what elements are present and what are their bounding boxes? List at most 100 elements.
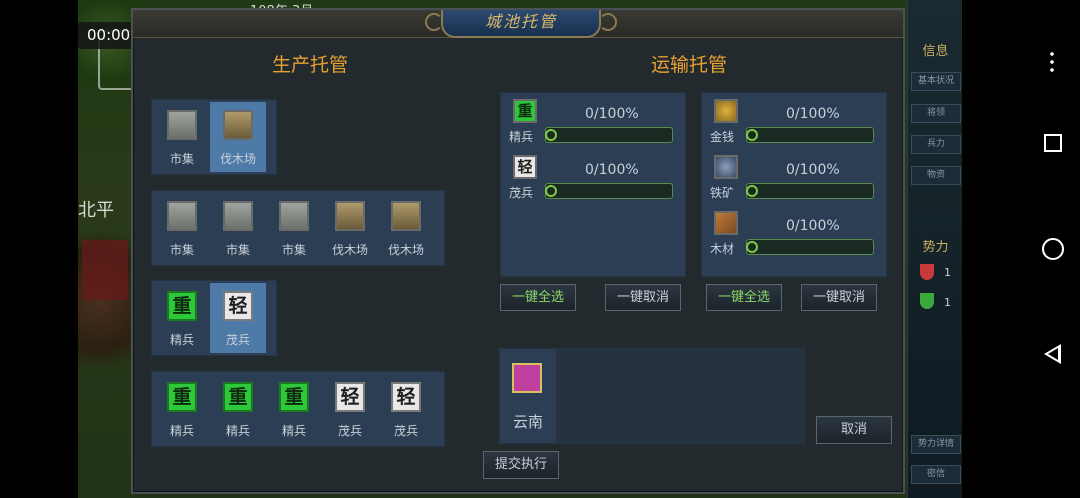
secret-letter-button[interactable]: 密信	[911, 465, 961, 484]
transport-troops-select-all-button[interactable]: 一键全选	[500, 284, 576, 311]
info-supplies-button[interactable]: 物资	[911, 166, 961, 185]
home-icon[interactable]	[1042, 238, 1064, 260]
transport-percent: 0/100%	[585, 106, 639, 122]
market-icon	[223, 201, 253, 231]
market-icon	[167, 201, 197, 231]
production-item-market[interactable]: 市集	[154, 193, 210, 263]
light-icon: 轻	[223, 291, 253, 321]
production-item-lumber[interactable]: 伐木场	[210, 102, 266, 172]
production-group-buildings-selected: 市集 伐木场	[151, 99, 277, 175]
production-item-label: 市集	[225, 243, 250, 257]
dialog-title-bar: 城池托管	[133, 10, 903, 38]
submit-execute-button[interactable]: 提交执行	[483, 451, 559, 479]
transport-row-iron: 铁矿 0/100%	[702, 151, 886, 207]
production-group-buildings: 市集 市集 市集 伐木场 伐木场	[151, 190, 445, 266]
city-management-dialog: 城池托管 生产托管 运输托管 市集 伐木场 市集 市集 市集 伐木场 伐木场 重精兵轻茂兵…	[131, 8, 905, 494]
transport-slider-track[interactable]	[746, 239, 874, 255]
production-item-heavy[interactable]: 重精兵	[210, 374, 266, 444]
production-item-light[interactable]: 轻茂兵	[210, 283, 266, 353]
map-red-banner	[82, 240, 128, 300]
recording-time: 00:00	[87, 26, 131, 44]
production-item-market[interactable]: 市集	[210, 193, 266, 263]
info-title: 信息	[922, 44, 949, 59]
transport-slider-track[interactable]	[545, 183, 673, 199]
production-item-label: 伐木场	[331, 243, 368, 257]
right-sidebar: 信息 基本状况 将领 兵力 物资 势力 1 1 势力详情 密信	[907, 0, 962, 498]
transport-row-wood: 木材 0/100%	[702, 207, 886, 263]
production-item-market[interactable]: 市集	[266, 193, 322, 263]
production-item-label: 精兵	[169, 333, 194, 347]
transport-percent: 0/100%	[786, 106, 840, 122]
light-icon: 轻	[513, 155, 537, 179]
heavy-icon: 重	[513, 99, 537, 123]
android-nav-bar	[1020, 0, 1080, 498]
transport-slider-handle[interactable]	[746, 241, 758, 253]
production-item-label: 茂兵	[337, 424, 362, 438]
production-item-heavy[interactable]: 重精兵	[154, 283, 210, 353]
production-group-troops: 重精兵重精兵重精兵轻茂兵轻茂兵	[151, 371, 445, 447]
transport-percent: 0/100%	[786, 218, 840, 234]
light-icon: 轻	[391, 382, 421, 412]
heavy-icon: 重	[223, 382, 253, 412]
production-item-label: 精兵	[169, 424, 194, 438]
lumber-icon	[223, 110, 253, 140]
lumber-icon	[335, 201, 365, 231]
info-generals-button[interactable]: 将领	[911, 104, 961, 123]
production-item-lumber[interactable]: 伐木场	[378, 193, 434, 263]
faction-red-count: 1	[944, 266, 951, 279]
transport-percent: 0/100%	[786, 162, 840, 178]
transport-resources-select-all-button[interactable]: 一键全选	[706, 284, 782, 311]
wood-icon	[714, 211, 738, 235]
transport-slider-track[interactable]	[545, 127, 673, 143]
lumber-icon	[391, 201, 421, 231]
transport-section-title: 运输托管	[651, 54, 728, 76]
transport-slider-track[interactable]	[746, 183, 874, 199]
transport-slider-handle[interactable]	[746, 185, 758, 197]
transport-troops-cancel-all-button[interactable]: 一键取消	[605, 284, 681, 311]
recents-icon[interactable]	[1044, 134, 1062, 152]
info-troops-button[interactable]: 兵力	[911, 135, 961, 154]
gold-icon	[714, 99, 738, 123]
transport-item-label: 木材	[710, 242, 735, 256]
production-item-heavy[interactable]: 重精兵	[154, 374, 210, 444]
destination-city-label: 云南	[512, 413, 543, 431]
transport-resources-panel: 金钱 0/100% 铁矿 0/100% 木材 0/100%	[701, 92, 887, 277]
more-options-icon[interactable]	[1050, 50, 1054, 74]
destination-city-cell[interactable]: 云南	[500, 349, 556, 443]
transport-resources-cancel-all-button[interactable]: 一键取消	[801, 284, 877, 311]
transport-item-label: 铁矿	[710, 186, 735, 200]
production-item-light[interactable]: 轻茂兵	[378, 374, 434, 444]
production-item-heavy[interactable]: 重精兵	[266, 374, 322, 444]
transport-troops-panel: 重精兵 0/100% 轻茂兵 0/100%	[500, 92, 686, 277]
transport-slider-handle[interactable]	[545, 185, 557, 197]
production-item-light[interactable]: 轻茂兵	[322, 374, 378, 444]
faction-green-icon	[920, 293, 934, 309]
transport-percent: 0/100%	[585, 162, 639, 178]
iron-icon	[714, 155, 738, 179]
ornament-right-icon	[599, 13, 617, 31]
destination-panel: 云南	[499, 348, 805, 444]
transport-slider-handle[interactable]	[746, 129, 758, 141]
production-item-label: 市集	[169, 243, 194, 257]
power-title: 势力	[922, 240, 949, 255]
transport-slider-track[interactable]	[746, 127, 874, 143]
production-item-label: 茂兵	[225, 333, 250, 347]
transport-item-label: 金钱	[710, 130, 735, 144]
production-item-label: 市集	[169, 152, 194, 166]
market-icon	[167, 110, 197, 140]
light-icon: 轻	[335, 382, 365, 412]
transport-slider-handle[interactable]	[545, 129, 557, 141]
production-item-market[interactable]: 市集	[154, 102, 210, 172]
faction-red-icon	[920, 264, 934, 280]
back-icon-inner	[1048, 348, 1058, 360]
heavy-icon: 重	[279, 382, 309, 412]
transport-item-label: 茂兵	[509, 186, 534, 200]
transport-item-label: 精兵	[509, 130, 534, 144]
map-label: 北平	[78, 200, 114, 221]
production-item-lumber[interactable]: 伐木场	[322, 193, 378, 263]
cancel-button[interactable]: 取消	[816, 416, 892, 444]
power-detail-button[interactable]: 势力详情	[911, 435, 961, 454]
production-section-title: 生产托管	[272, 54, 349, 76]
info-basic-button[interactable]: 基本状况	[911, 72, 961, 91]
transport-row-heavy: 重精兵 0/100%	[501, 95, 685, 151]
